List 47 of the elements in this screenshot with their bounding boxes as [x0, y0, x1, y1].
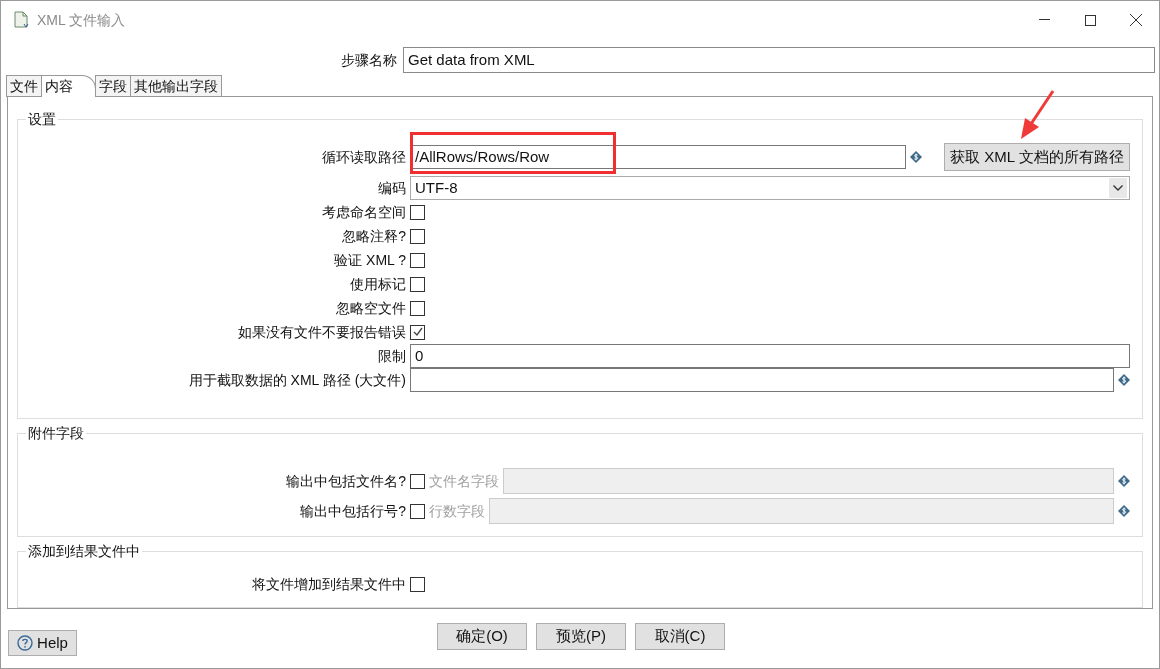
tab[interactable]: 文件 — [6, 75, 42, 97]
field-label: 忽略注释? — [341, 226, 407, 246]
document-icon — [13, 11, 29, 29]
dialog-button[interactable]: 取消(C) — [635, 623, 725, 650]
text-field[interactable] — [410, 368, 1114, 392]
get-paths-button[interactable]: 获取 XML 文档的所有路径 — [944, 143, 1130, 171]
field-label: 输出中包括行号? — [299, 501, 407, 521]
checkbox[interactable] — [410, 252, 425, 268]
field-label: 编码 — [377, 178, 407, 198]
checkbox[interactable] — [410, 276, 425, 292]
field-label: 循环读取路径 — [321, 147, 407, 167]
tab[interactable]: 内容 — [41, 75, 96, 97]
checkbox[interactable] — [410, 204, 425, 220]
text-field[interactable]: 0 — [410, 344, 1130, 368]
window-title: XML 文件输入 — [37, 10, 126, 30]
field-label: 步骤名称 — [340, 50, 398, 70]
text-field[interactable]: /AllRows/Rows/Row — [410, 145, 906, 169]
variable-icon — [1118, 475, 1130, 487]
field-label: 如果没有文件不要报告错误 — [237, 322, 407, 342]
field-label: 文件名字段 — [429, 471, 499, 491]
checkbox[interactable] — [410, 228, 425, 244]
field-label: 行数字段 — [429, 501, 485, 521]
field-label: 输出中包括文件名? — [285, 471, 407, 491]
dialog-button[interactable]: 预览(P) — [536, 623, 626, 650]
field-label: 验证 XML ? — [333, 250, 407, 270]
variable-icon — [1118, 374, 1130, 386]
field-label: 忽略空文件 — [335, 298, 407, 318]
checkbox[interactable] — [410, 300, 425, 316]
step-name-field[interactable]: Get data from XML — [403, 47, 1155, 73]
tab[interactable]: 字段 — [95, 75, 131, 97]
field-label: 限制 — [377, 346, 407, 366]
checkbox[interactable] — [410, 324, 425, 340]
variable-icon — [910, 151, 922, 163]
help-icon — [17, 635, 34, 651]
field-label: 将文件增加到结果文件中 — [251, 574, 407, 594]
dropdown-value: UTF-8 — [415, 177, 459, 198]
tab[interactable]: 其他输出字段 — [130, 75, 222, 97]
encoding-dropdown[interactable]: UTF-8 — [410, 176, 1130, 200]
field-label: 考虑命名空间 — [321, 202, 407, 222]
chevron-down-icon — [1109, 178, 1127, 198]
checkbox[interactable] — [410, 576, 425, 592]
field-label: 使用标记 — [349, 274, 407, 294]
dialog-button[interactable]: 确定(O) — [437, 623, 527, 650]
variable-icon — [1118, 505, 1130, 517]
field-label: 用于截取数据的 XML 路径 (大文件) — [187, 370, 407, 390]
help-button[interactable]: Help — [8, 630, 77, 656]
annotation-arrow — [1019, 90, 1055, 140]
